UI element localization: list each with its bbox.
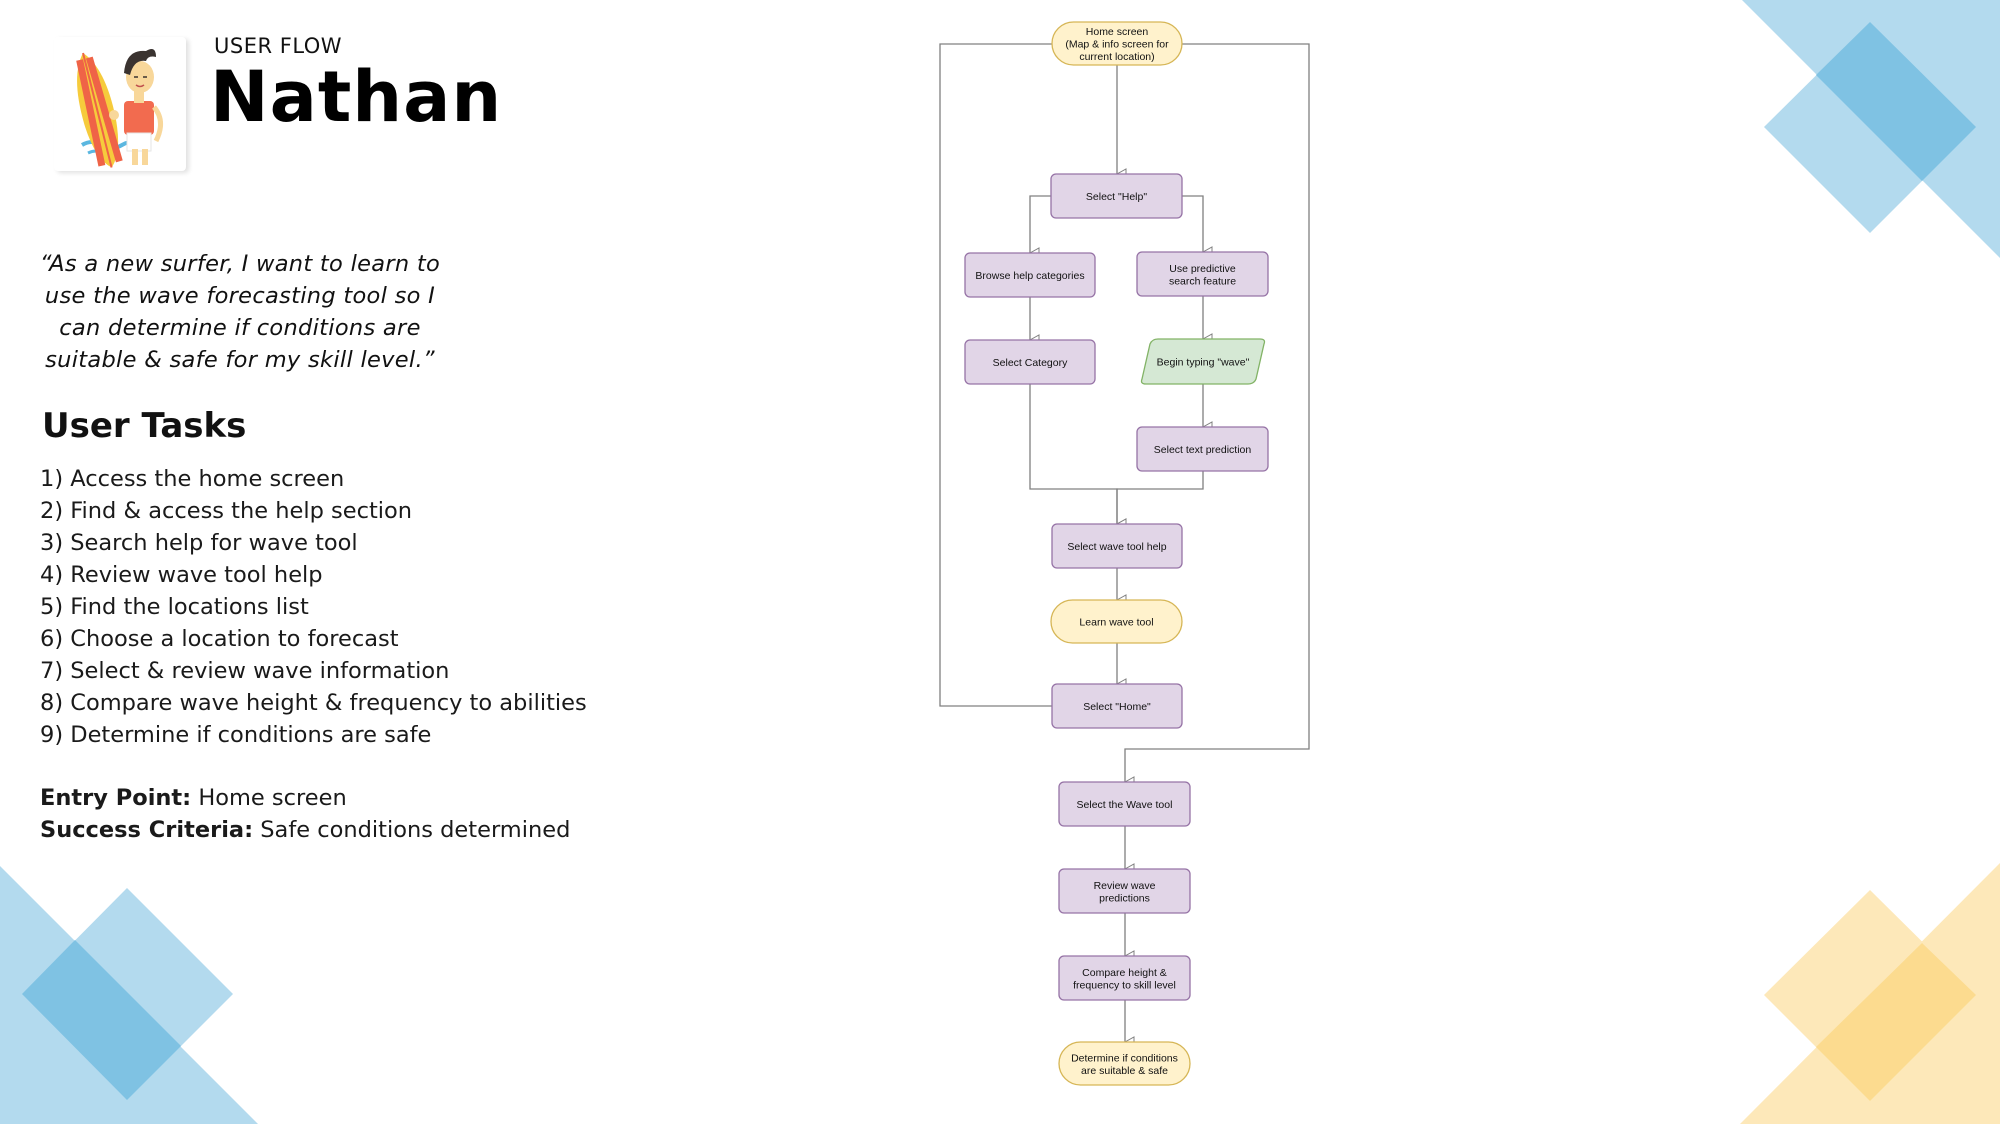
flow-node-determine-safe: Determine if conditionsare suitable & sa… xyxy=(1058,1041,1191,1086)
flow-node-label: search feature xyxy=(1169,275,1236,287)
flow-node-label: Use predictive xyxy=(1169,263,1236,275)
flow-node-label: (Map & info screen for xyxy=(1065,39,1169,51)
flow-node-select-help: Select "Help" xyxy=(1050,173,1183,219)
flow-node-wave-tool-help: Select wave tool help xyxy=(1051,523,1183,569)
edge-select-help-to-browse-categories xyxy=(1028,195,1051,259)
user-flow-diagram: Home screen(Map & info screen forcurrent… xyxy=(939,21,1310,1086)
flow-node-select-category: Select Category xyxy=(964,339,1096,385)
edge-select-category-to-wave-tool-help xyxy=(1029,384,1127,530)
flow-node-label: Select Category xyxy=(993,357,1068,369)
flow-node-label: Select the Wave tool xyxy=(1077,799,1173,811)
flow-node-learn-wave-tool: Learn wave tool xyxy=(1050,599,1183,644)
flow-node-review-predictions: Review wavepredictions xyxy=(1058,868,1191,914)
flow-node-browse-categories: Browse help categories xyxy=(964,252,1096,298)
flow-node-label: current location) xyxy=(1079,51,1154,63)
flow-node-label: Select "Home" xyxy=(1083,701,1151,713)
flow-node-select-home: Select "Home" xyxy=(1051,683,1183,729)
flow-node-label: Home screen xyxy=(1086,26,1149,38)
flow-node-home: Home screen(Map & info screen forcurrent… xyxy=(1051,21,1183,66)
flow-node-label: Compare height & xyxy=(1082,967,1167,979)
flow-node-label: Begin typing "wave" xyxy=(1157,357,1250,369)
flow-node-begin-typing: Begin typing "wave" xyxy=(1140,338,1266,385)
flow-node-predictive-search: Use predictivesearch feature xyxy=(1136,251,1269,297)
flow-node-label: Select wave tool help xyxy=(1067,541,1166,553)
flow-node-label: Determine if conditions xyxy=(1071,1052,1178,1064)
flow-node-label: frequency to skill level xyxy=(1073,979,1176,991)
flow-node-label: Browse help categories xyxy=(975,270,1084,282)
flow-node-select-prediction: Select text prediction xyxy=(1136,426,1269,472)
edge-home-to-select-wave-tool xyxy=(1123,43,1310,788)
flow-node-label: Select text prediction xyxy=(1154,444,1252,456)
edge-select-prediction-to-wave-tool-help xyxy=(1115,471,1204,530)
flow-node-label: predictions xyxy=(1099,892,1150,904)
flow-node-label: are suitable & safe xyxy=(1081,1065,1168,1077)
flow-node-label: Select "Help" xyxy=(1086,191,1147,203)
flow-node-select-wave-tool: Select the Wave tool xyxy=(1058,781,1191,827)
flow-node-compare-height: Compare height &frequency to skill level xyxy=(1058,955,1191,1001)
flow-node-label: Review wave xyxy=(1094,880,1156,892)
flow-node-label: Learn wave tool xyxy=(1079,617,1153,629)
edge-select-help-to-predictive-search xyxy=(1182,195,1213,258)
